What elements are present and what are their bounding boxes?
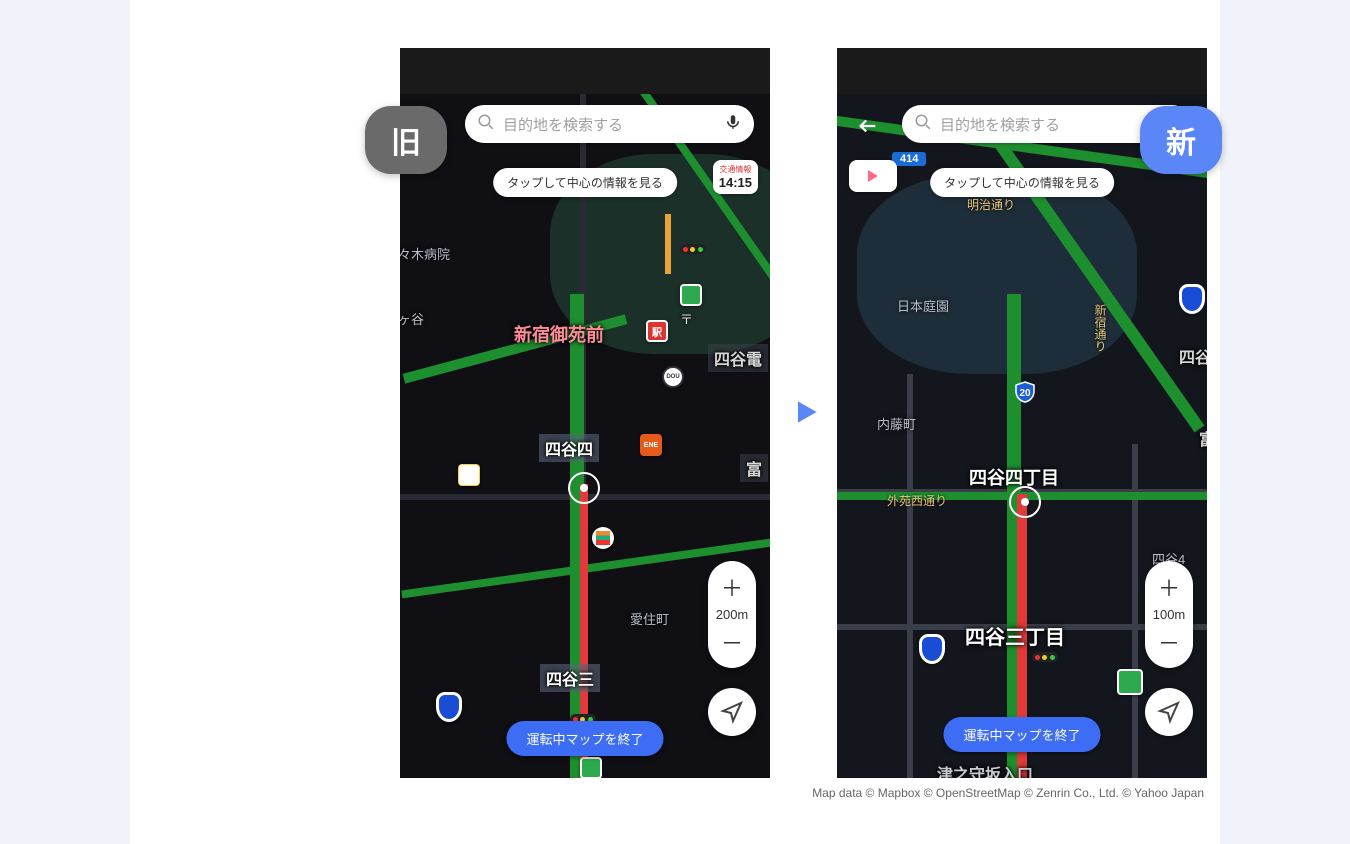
zoom-in-button[interactable]: ＋ [708, 571, 756, 603]
label-yotsu: 四谷 [1173, 342, 1207, 370]
zoom-out-button[interactable]: － [708, 626, 756, 658]
poi-lawson-2[interactable] [919, 634, 945, 664]
label-yotsuya4: 四谷四 [539, 434, 599, 462]
back-button[interactable] [851, 109, 885, 143]
poi-station[interactable]: 駅 [646, 320, 668, 342]
label-shinjuku-gyoen: 新宿御苑前 [508, 319, 610, 349]
route-direction-badge[interactable] [849, 160, 897, 192]
traffic-light-icon [1032, 652, 1058, 662]
end-driving-button[interactable]: 運転中マップを終了 [506, 721, 663, 756]
map-center-marker [1009, 486, 1041, 518]
label-yotsuya3chome: 四谷三丁目 [959, 619, 1071, 652]
status-bar [400, 48, 770, 94]
label-tomi: 富 [1193, 424, 1207, 452]
street-meiji: 明治通り [967, 196, 1015, 213]
new-version-tag: 新 [1140, 106, 1222, 174]
label-tsunokami: 津之守坂入口 [931, 759, 1039, 778]
map-copyright: Map data © Mapbox © OpenStreetMap © Zenr… [812, 786, 1204, 800]
zoom-control: ＋ 100m － [1145, 561, 1193, 668]
poi-lawson[interactable] [1179, 284, 1205, 314]
zoom-in-button[interactable]: ＋ [1145, 571, 1193, 603]
poi-ministop[interactable] [458, 464, 480, 486]
zoom-scale: 100m [1153, 603, 1186, 626]
post-icon: 〒 [680, 309, 693, 328]
svg-text:20: 20 [1019, 388, 1031, 399]
mic-icon[interactable] [724, 113, 742, 136]
route-20-shield: 20 [1013, 380, 1037, 404]
poi-lawson[interactable] [436, 692, 462, 722]
street-gaien: 外苑西通り [887, 492, 947, 509]
end-driving-button[interactable]: 運転中マップを終了 [943, 717, 1100, 752]
phone-old: 々木病院 ヶ谷 新宿御苑前 四谷四 四谷電 富 四谷三 愛住町 〒 駅 DOU … [400, 48, 770, 778]
zoom-scale: 200m [716, 603, 749, 626]
label-kagaya: ヶ谷 [400, 309, 424, 328]
label-naito: 内藤町 [877, 414, 916, 433]
label-garden: 日本庭園 [897, 296, 949, 315]
zoom-control: ＋ 200m － [708, 561, 756, 668]
label-yotsuya4chome: 四谷四丁目 [963, 462, 1065, 492]
label-tomi: 富 [740, 454, 768, 482]
poi-seveneleven[interactable] [592, 527, 614, 549]
old-version-tag: 旧 [365, 106, 447, 174]
traffic-light-icon-2 [680, 244, 706, 254]
traffic-info-badge[interactable]: 交通情報 14:15 [713, 160, 758, 194]
poi-familymart-2[interactable] [580, 757, 602, 778]
search-icon [914, 113, 932, 136]
center-info-hint[interactable]: タップして中心の情報を見る [493, 168, 677, 197]
label-yotsuya3: 四谷三 [540, 664, 600, 692]
compass-button[interactable] [708, 688, 756, 736]
label-hospital: 々木病院 [400, 244, 450, 263]
label-yotsuya-den: 四谷電 [708, 344, 768, 372]
poi-doutor[interactable]: DOU [662, 366, 684, 388]
street-shinjuku: 新宿通り [1092, 304, 1109, 352]
search-placeholder: 目的地を検索する [940, 114, 1161, 135]
poi-familymart[interactable] [680, 284, 702, 306]
search-placeholder: 目的地を検索する [503, 114, 724, 135]
traffic-time: 14:15 [719, 175, 752, 190]
poi-familymart[interactable] [1117, 669, 1143, 695]
search-icon [477, 113, 495, 136]
comparison-arrow-icon [790, 396, 822, 433]
map-center-marker [568, 472, 600, 504]
zoom-out-button[interactable]: － [1145, 626, 1193, 658]
compass-button[interactable] [1145, 688, 1193, 736]
route-414-shield: 414 [892, 152, 926, 166]
poi-eneos[interactable]: ENE [640, 434, 662, 456]
label-aizumi: 愛住町 [630, 609, 669, 628]
center-info-hint[interactable]: タップして中心の情報を見る [930, 168, 1114, 197]
traffic-label: 交通情報 [719, 164, 752, 175]
search-bar[interactable]: 目的地を検索する [465, 105, 754, 143]
status-bar [837, 48, 1207, 94]
